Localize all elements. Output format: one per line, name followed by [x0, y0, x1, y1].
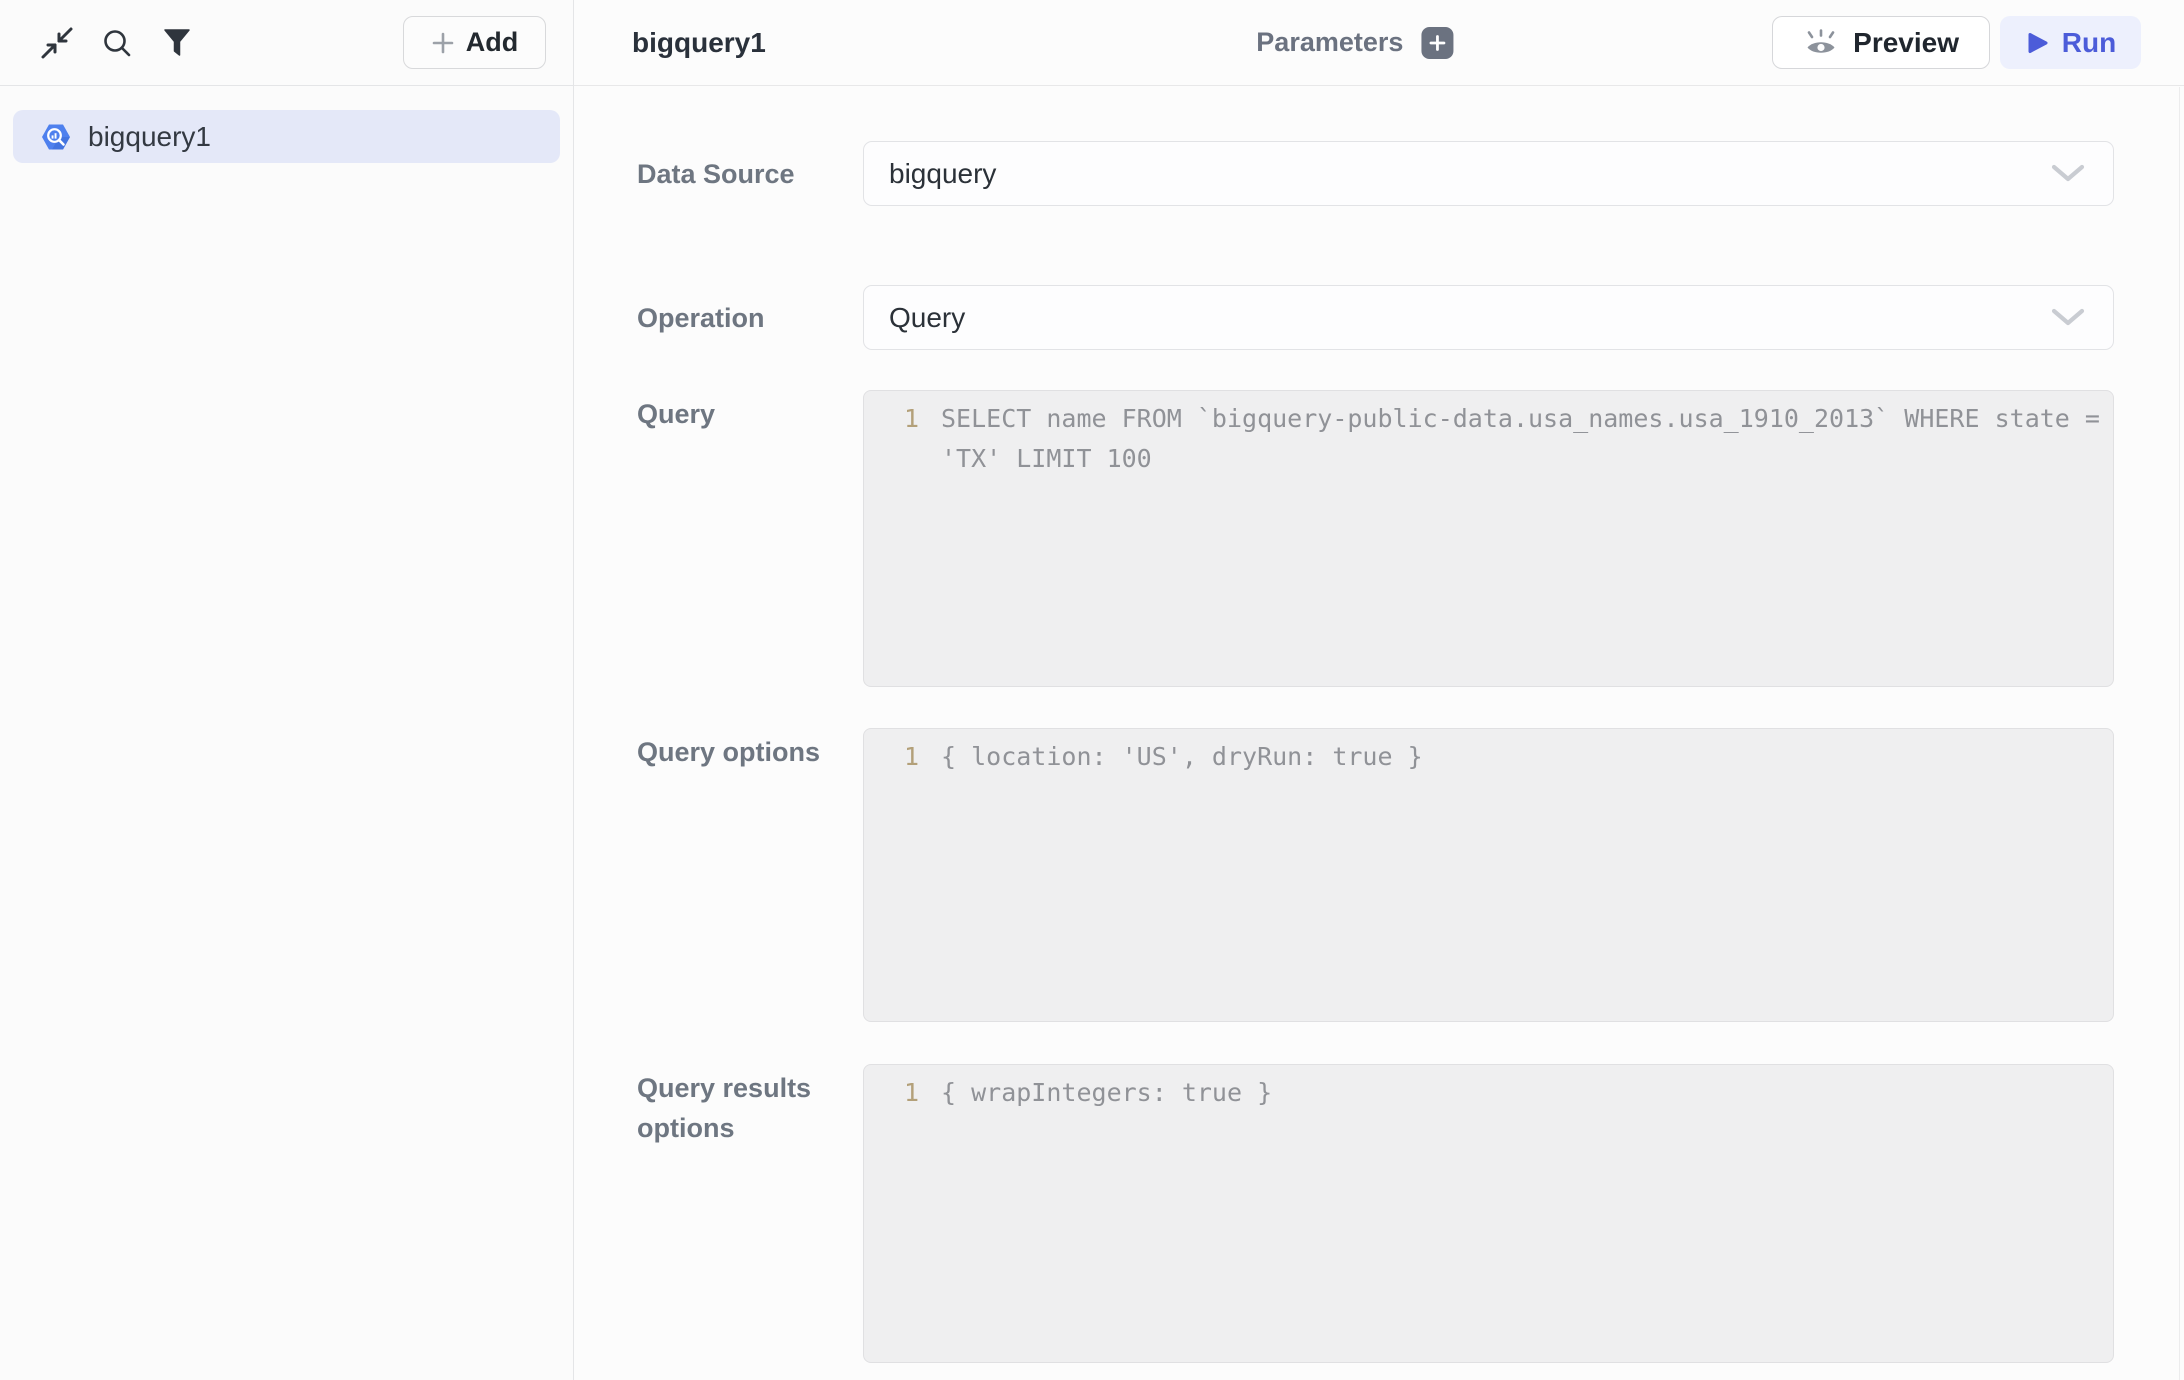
form-row-data-source: Data Source bigquery: [637, 141, 2184, 206]
query-results-options-code-editor[interactable]: 1 { wrapIntegers: true }: [863, 1064, 2114, 1363]
code-line: 1 { wrapIntegers: true }: [864, 1073, 2111, 1113]
run-button-label: Run: [2062, 27, 2116, 59]
data-source-label: Data Source: [637, 154, 863, 194]
data-source-value: bigquery: [889, 158, 2051, 190]
query-results-options-label: Query results options: [637, 1064, 863, 1363]
bigquery-icon: [37, 120, 74, 154]
plus-icon: [1428, 34, 1446, 52]
form-row-operation: Operation Query: [637, 285, 2184, 350]
preview-button[interactable]: Preview: [1772, 16, 1990, 69]
line-number: 1: [864, 1073, 919, 1113]
query-options-code-editor[interactable]: 1 { location: 'US', dryRun: true }: [863, 728, 2114, 1022]
data-source-select[interactable]: bigquery: [863, 141, 2114, 206]
main-panel: bigquery1 Parameters: [574, 0, 2184, 1380]
line-number: 1: [864, 737, 919, 777]
sidebar-item-label: bigquery1: [88, 121, 211, 153]
add-button-label: Add: [466, 27, 518, 58]
chevron-down-icon: [2051, 164, 2085, 183]
main-header: bigquery1 Parameters: [574, 0, 2184, 86]
search-button[interactable]: [95, 21, 139, 65]
query-options-code-text: { location: 'US', dryRun: true }: [941, 742, 1423, 771]
collapse-icon: [40, 26, 74, 60]
code-line: 1 { location: 'US', dryRun: true }: [864, 737, 2111, 777]
sidebar-item-bigquery1[interactable]: bigquery1: [13, 110, 560, 163]
sidebar: Add bigquery1: [0, 0, 574, 1380]
query-code-editor[interactable]: 1 SELECT name FROM `bigquery-public-data…: [863, 390, 2114, 687]
form-row-query-results-options: Query results options 1 { wrapIntegers: …: [637, 1064, 2184, 1363]
filter-button[interactable]: [155, 21, 199, 65]
collapse-sidebar-button[interactable]: [35, 21, 79, 65]
run-button[interactable]: Run: [2000, 16, 2141, 69]
operation-value: Query: [889, 302, 2051, 334]
page-title: bigquery1: [632, 27, 766, 59]
operation-label: Operation: [637, 298, 863, 338]
plus-icon: [431, 31, 455, 55]
form-row-query-options: Query options 1 { location: 'US', dryRun…: [637, 728, 2184, 1022]
add-parameter-button[interactable]: [1421, 27, 1453, 59]
query-list: bigquery1: [0, 86, 573, 163]
form-row-query: Query 1 SELECT name FROM `bigquery-publi…: [637, 390, 2184, 687]
line-number: 1: [864, 399, 919, 439]
code-line: 1 SELECT name FROM `bigquery-public-data…: [864, 399, 2111, 479]
query-results-options-code-text: { wrapIntegers: true }: [941, 1078, 1272, 1107]
query-code-text: SELECT name FROM `bigquery-public-data.u…: [941, 404, 2100, 473]
preview-button-label: Preview: [1853, 27, 1959, 59]
operation-select[interactable]: Query: [863, 285, 2114, 350]
parameters-label: Parameters: [1256, 27, 1403, 58]
eye-icon: [1803, 27, 1839, 59]
play-icon: [2025, 31, 2049, 55]
search-icon: [101, 27, 133, 59]
chevron-down-icon: [2051, 308, 2085, 327]
parameters-group: Parameters: [1256, 27, 1453, 59]
filter-icon: [163, 28, 191, 58]
query-form: Data Source bigquery Operation Query Que…: [637, 141, 2184, 1363]
add-button[interactable]: Add: [403, 16, 546, 69]
sidebar-header: Add: [0, 0, 573, 86]
query-label: Query: [637, 390, 863, 687]
query-options-label: Query options: [637, 728, 863, 1022]
header-actions: Preview Run: [1772, 16, 2141, 69]
